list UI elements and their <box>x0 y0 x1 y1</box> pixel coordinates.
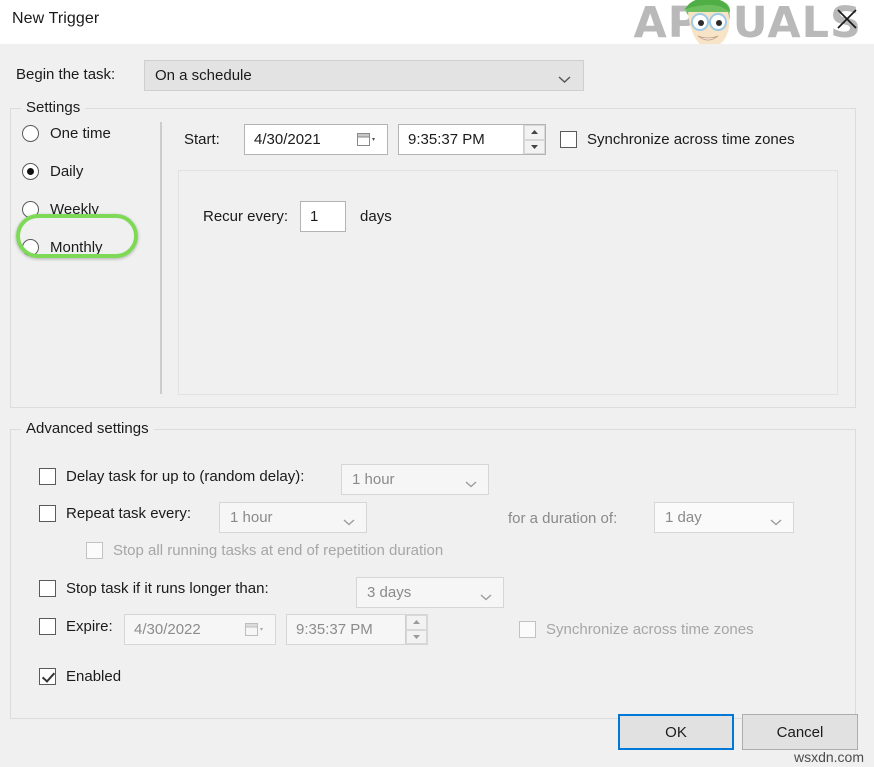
ok-button[interactable]: OK <box>618 714 734 750</box>
repeat-task-label: Repeat task every: <box>66 505 192 522</box>
start-time-spinner[interactable] <box>523 125 545 154</box>
window-title: New Trigger <box>12 10 100 27</box>
stop-if-longer-dropdown[interactable]: 3 days <box>356 577 504 608</box>
checkbox-icon <box>39 580 56 597</box>
radio-one-time[interactable]: One time <box>22 114 162 152</box>
start-label: Start: <box>184 131 220 148</box>
delay-task-dropdown[interactable]: 1 hour <box>341 464 489 495</box>
radio-monthly-label: Monthly <box>50 238 103 256</box>
ok-button-label: OK <box>665 723 687 741</box>
chevron-down-icon <box>343 513 355 530</box>
radio-mark-icon <box>22 238 39 256</box>
spinner-down-icon[interactable] <box>524 139 545 154</box>
cancel-button[interactable]: Cancel <box>742 714 858 750</box>
enabled-label: Enabled <box>66 668 122 685</box>
checkbox-icon <box>86 542 103 559</box>
radio-mark-icon <box>22 200 39 218</box>
checkbox-icon <box>519 621 536 638</box>
repeat-duration-dropdown[interactable]: 1 day <box>654 502 794 533</box>
expire-time-value: 9:35:37 PM <box>296 621 373 638</box>
radio-one-time-label: One time <box>50 124 111 142</box>
dialog-body: Begin the task: On a schedule Settings O… <box>0 44 874 767</box>
radio-weekly-label: Weekly <box>50 200 99 218</box>
recur-every-input[interactable]: 1 <box>300 201 347 232</box>
recurrence-panel: Recur every: 1 days <box>178 170 838 395</box>
recur-every-label: Recur every: <box>203 208 289 225</box>
spinner-down-icon[interactable] <box>406 629 427 644</box>
advanced-settings-title: Advanced settings <box>21 420 154 437</box>
schedule-radio-group: One time Daily Weekly Monthly <box>22 114 162 266</box>
checkbox-icon <box>39 618 56 635</box>
chevron-down-icon <box>480 588 492 605</box>
checkbox-icon <box>39 668 56 685</box>
checkbox-icon <box>560 131 577 148</box>
spinner-up-icon[interactable] <box>406 615 427 630</box>
start-time-input[interactable]: 9:35:37 PM <box>398 124 546 155</box>
repeat-task-checkbox[interactable]: Repeat task every: <box>39 505 191 522</box>
expire-date-value: 4/30/2022 <box>134 621 201 638</box>
title-bar: New Trigger APPUALS <box>0 0 874 48</box>
stop-if-longer-checkbox[interactable]: Stop task if it runs longer than: <box>39 580 269 597</box>
radio-mark-icon <box>22 162 39 180</box>
expire-time-spinner[interactable] <box>405 615 427 644</box>
recur-every-row: Recur every: 1 days <box>203 201 392 232</box>
repeat-task-dropdown[interactable]: 1 hour <box>219 502 367 533</box>
chevron-down-icon <box>770 513 782 530</box>
repeat-task-value: 1 hour <box>230 509 273 526</box>
expire-checkbox[interactable]: Expire: <box>39 618 113 635</box>
expire-date-input[interactable]: 4/30/2022 <box>124 614 276 645</box>
enabled-checkbox[interactable]: Enabled <box>39 668 121 685</box>
stop-if-longer-label: Stop task if it runs longer than: <box>66 580 269 597</box>
calendar-icon[interactable] <box>357 133 377 151</box>
recur-every-value: 1 <box>310 208 319 225</box>
expire-label: Expire: <box>66 618 113 635</box>
begin-task-label: Begin the task: <box>16 66 116 83</box>
delay-task-label: Delay task for up to (random delay): <box>66 468 305 485</box>
chevron-down-icon <box>465 475 477 492</box>
delay-task-checkbox[interactable]: Delay task for up to (random delay): <box>39 468 304 485</box>
checkbox-icon <box>39 505 56 522</box>
stop-all-running-label: Stop all running tasks at end of repetit… <box>113 542 444 559</box>
begin-task-row: Begin the task: On a schedule <box>16 60 856 92</box>
radio-daily[interactable]: Daily <box>22 152 162 190</box>
expire-time-input[interactable]: 9:35:37 PM <box>286 614 428 645</box>
radio-monthly[interactable]: Monthly <box>22 228 162 266</box>
sync-time-zones-bottom-label: Synchronize across time zones <box>546 621 754 638</box>
begin-task-value: On a schedule <box>155 67 252 84</box>
cancel-button-label: Cancel <box>776 723 824 741</box>
repeat-duration-value: 1 day <box>665 509 702 526</box>
start-time-value: 9:35:37 PM <box>408 131 485 148</box>
delay-task-value: 1 hour <box>352 471 395 488</box>
chevron-down-icon <box>558 71 571 88</box>
checkbox-icon <box>39 468 56 485</box>
radio-daily-label: Daily <box>50 162 84 180</box>
begin-task-dropdown[interactable]: On a schedule <box>144 60 584 91</box>
site-watermark: wsxdn.com <box>793 749 864 765</box>
advanced-settings-group: Advanced settings Delay task for up to (… <box>10 420 856 719</box>
sync-time-zones-checkbox-bottom[interactable]: Synchronize across time zones <box>519 621 754 638</box>
stop-if-longer-value: 3 days <box>367 584 412 601</box>
calendar-icon[interactable] <box>245 623 265 641</box>
stop-all-running-checkbox[interactable]: Stop all running tasks at end of repetit… <box>86 542 443 559</box>
spinner-up-icon[interactable] <box>524 125 545 140</box>
sync-time-zones-top-label: Synchronize across time zones <box>587 131 795 148</box>
repeat-duration-label: for a duration of: <box>508 510 618 527</box>
close-icon[interactable] <box>826 2 868 36</box>
start-date-value: 4/30/2021 <box>254 131 321 148</box>
sync-time-zones-checkbox-top[interactable]: Synchronize across time zones <box>560 131 795 148</box>
radio-mark-icon <box>22 124 39 142</box>
radio-weekly[interactable]: Weekly <box>22 190 162 228</box>
recur-every-unit: days <box>360 208 392 225</box>
start-date-input[interactable]: 4/30/2021 <box>244 124 388 155</box>
